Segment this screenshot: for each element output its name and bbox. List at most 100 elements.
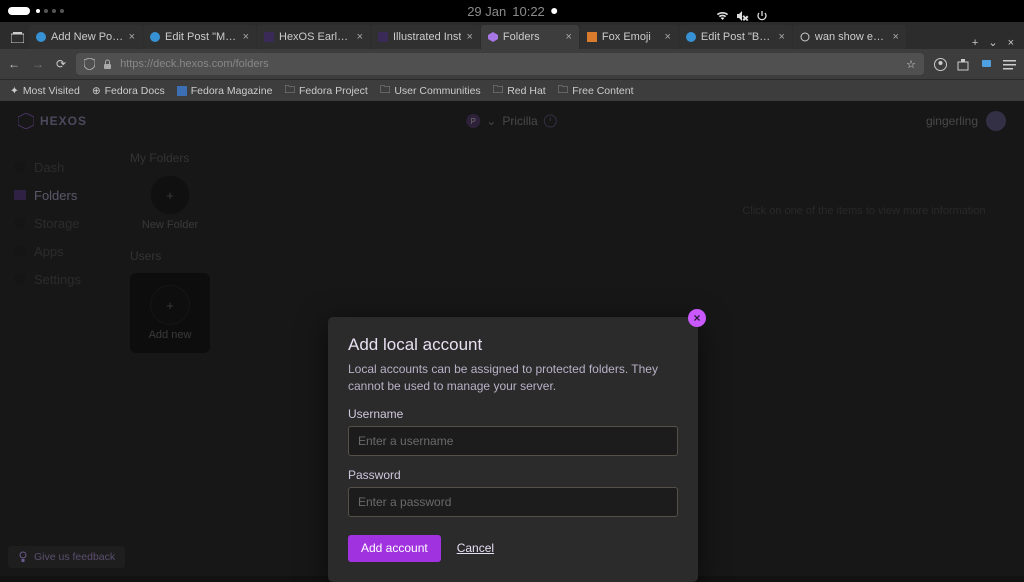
cancel-link[interactable]: Cancel (457, 541, 494, 555)
add-account-button[interactable]: Add account (348, 535, 441, 562)
bookmark-fedora-magazine[interactable]: Fedora Magazine (177, 85, 273, 97)
account-menu[interactable]: gingerling (926, 111, 1006, 131)
tab-close-icon[interactable]: × (243, 31, 249, 43)
add-user-card[interactable]: + Add new (130, 273, 210, 353)
account-icon[interactable] (934, 58, 947, 71)
bookmark-free-content[interactable]: 🗀 Free Content (558, 82, 634, 100)
tab-5[interactable]: Fox Emoji × (580, 25, 678, 49)
system-tray[interactable] (716, 1, 1016, 21)
bookmark-red-hat[interactable]: 🗀 Red Hat (493, 82, 546, 100)
password-input[interactable] (348, 487, 678, 517)
tab-close-icon[interactable]: × (892, 31, 898, 43)
pocket-icon[interactable] (980, 58, 993, 71)
wordpress-icon (36, 32, 46, 42)
back-icon[interactable]: ← (8, 57, 20, 71)
tab-6[interactable]: Edit Post "Buildi × (679, 25, 792, 49)
tab-label: wan show emoji (815, 31, 888, 43)
tab-close-icon[interactable]: × (466, 31, 472, 43)
clock-date: 29 Jan (467, 4, 506, 19)
wordpress-icon (150, 32, 160, 42)
bookmark-fedora-project[interactable]: 🗀 Fedora Project (284, 82, 367, 100)
dash-icon (14, 161, 26, 173)
info-placeholder: Click on one of the items to view more i… (724, 151, 1004, 271)
plus-icon: + (150, 285, 190, 325)
app-header: HEXOS P ⌄ Pricilla gingerling (0, 101, 1024, 141)
tab-close-icon[interactable]: × (778, 31, 784, 43)
tab-7[interactable]: wan show emoji × (793, 25, 906, 49)
tab-4[interactable]: Folders × (481, 25, 579, 49)
tab-label: Edit Post "Buildi (701, 31, 774, 43)
settings-icon (14, 273, 26, 285)
tab-3[interactable]: Illustrated Inst × (371, 25, 480, 49)
forward-icon[interactable]: → (32, 57, 44, 71)
server-switcher[interactable]: P ⌄ Pricilla (466, 114, 557, 128)
sidebar: Dash Folders Storage Apps Settings (0, 141, 110, 576)
reload-icon[interactable]: ⟳ (56, 57, 66, 71)
new-folder-label: New Folder (130, 219, 210, 231)
bookmark-star-icon[interactable]: ☆ (906, 58, 916, 71)
apps-icon (14, 245, 26, 257)
sidebar-item-settings[interactable]: Settings (14, 265, 110, 293)
close-icon: × (693, 311, 700, 325)
bookmark-most-visited[interactable]: ✦ Most Visited (10, 85, 80, 97)
brand-text: HEXOS (40, 114, 87, 128)
all-tabs-icon[interactable]: ⌄ (988, 36, 997, 49)
password-label: Password (348, 468, 678, 482)
tab-close-icon[interactable]: × (129, 31, 135, 43)
tab-label: Folders (503, 31, 561, 43)
workspace-dots (36, 9, 64, 13)
bookmark-fedora-docs[interactable]: ⊕ Fedora Docs (92, 85, 165, 97)
sidebar-item-storage[interactable]: Storage (14, 209, 110, 237)
sidebar-item-apps[interactable]: Apps (14, 237, 110, 265)
new-tab-icon[interactable]: + (972, 37, 978, 49)
shield-icon[interactable] (84, 58, 95, 70)
tab-close-icon[interactable]: × (565, 31, 571, 43)
server-name: Pricilla (502, 114, 537, 128)
tab-0[interactable]: Add New Post ‹ A × (29, 25, 142, 49)
section-my-folders: My Folders (130, 151, 704, 165)
modal-description: Local accounts can be assigned to protec… (348, 361, 678, 395)
hexos-icon (264, 32, 274, 42)
lock-icon[interactable] (103, 59, 112, 70)
new-folder-card[interactable]: + New Folder (130, 175, 210, 231)
avatar (986, 111, 1006, 131)
chevron-down-icon: ⌄ (486, 114, 496, 128)
brand[interactable]: HEXOS (18, 113, 87, 129)
url-text: https://deck.hexos.com/folders (120, 58, 269, 70)
tab-close-icon[interactable]: × (357, 31, 363, 43)
hexos-icon (488, 32, 498, 42)
add-local-account-modal: × Add local account Local accounts can b… (328, 317, 698, 582)
activities-pill[interactable] (8, 7, 30, 15)
tab-label: Illustrated Inst (393, 31, 461, 43)
volume-icon (737, 11, 749, 21)
browser-tab-strip: Add New Post ‹ A × Edit Post "Makin × He… (0, 22, 1024, 49)
overflow-menu-icon[interactable] (1003, 59, 1016, 70)
wifi-icon (716, 11, 729, 21)
modal-close-button[interactable]: × (688, 309, 706, 327)
sidebar-item-folders[interactable]: Folders (14, 181, 110, 209)
storage-icon (14, 217, 26, 229)
folders-icon (14, 190, 26, 200)
add-new-label: Add new (130, 329, 210, 341)
tab-2[interactable]: HexOS Early A × (257, 25, 370, 49)
power-menu-icon[interactable] (544, 114, 558, 128)
address-bar[interactable]: https://deck.hexos.com/folders ☆ (76, 53, 924, 75)
sidebar-toggle-icon[interactable] (6, 25, 28, 49)
tab-label: Fox Emoji (602, 31, 660, 43)
tab-1[interactable]: Edit Post "Makin × (143, 25, 256, 49)
fox-icon (587, 32, 597, 42)
system-top-bar: 29 Jan 10:22 (0, 0, 1024, 22)
extension-icon[interactable] (957, 58, 970, 71)
tab-label: HexOS Early A (279, 31, 352, 43)
sidebar-item-dash[interactable]: Dash (14, 153, 110, 181)
hexos-logo-icon (18, 113, 34, 129)
window-close-icon[interactable]: × (1008, 37, 1014, 49)
hexos-icon (378, 32, 388, 42)
feedback-button[interactable]: Give us feedback (8, 546, 125, 568)
bookmark-user-communities[interactable]: 🗀 User Communities (380, 82, 481, 100)
server-badge-icon: P (466, 114, 480, 128)
username-input[interactable] (348, 426, 678, 456)
tab-close-icon[interactable]: × (664, 31, 670, 43)
feedback-label: Give us feedback (34, 551, 115, 563)
modal-title: Add local account (348, 335, 678, 355)
